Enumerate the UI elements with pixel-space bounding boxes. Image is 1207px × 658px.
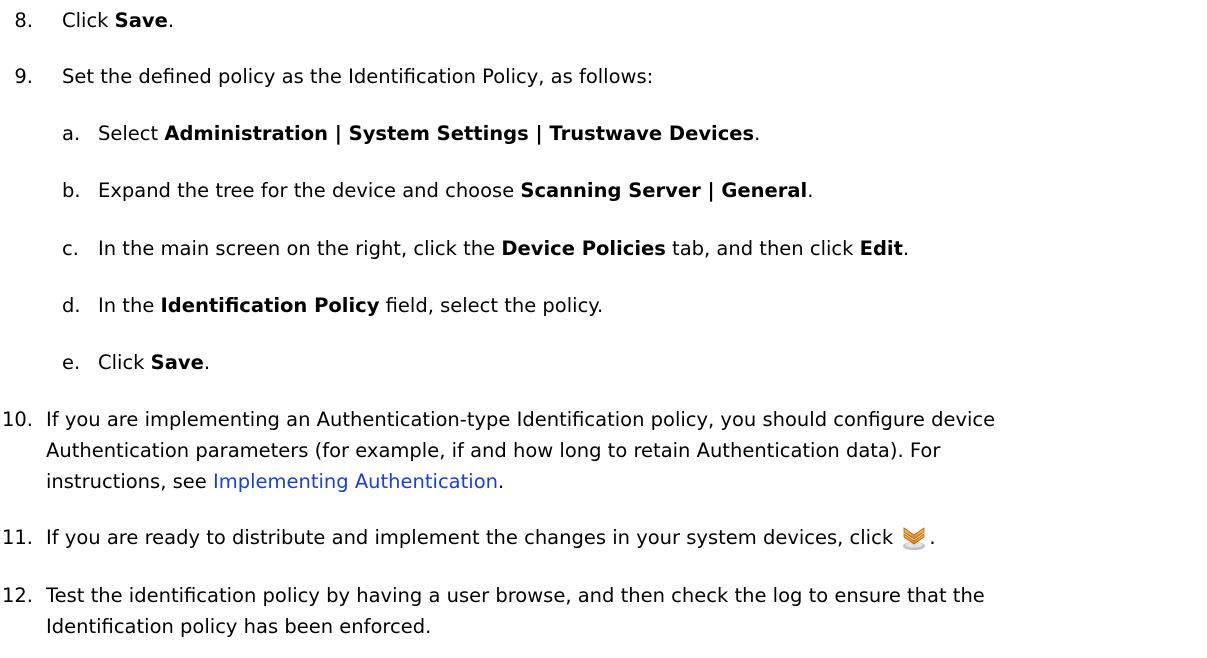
step-number: 10. [1,408,33,431]
distribute-icon[interactable] [899,522,929,552]
substep-text: In the main screen on the right, click t… [98,237,910,260]
step-number: 9. [14,65,33,88]
substep-text: Select Administration | System Settings … [98,122,761,145]
substep-text: In the Identification Policy field, sele… [98,294,604,317]
step-number: 11. [1,526,33,549]
substep-letter: a. [62,122,81,145]
step-text-line-2: Authentication parameters (for example, … [46,439,941,462]
step-text-line-3: instructions, see Implementing Authentic… [46,470,505,493]
step-number: 12. [1,584,33,607]
step-text: If you are ready to distribute and imple… [46,522,936,554]
substep-letter: d. [62,294,81,317]
substep-letter: c. [62,237,79,260]
substep-letter: e. [62,351,81,374]
step-number: 8. [14,9,33,32]
substep-letter: b. [62,179,81,202]
step-text-line-1: If you are implementing an Authenticatio… [46,408,996,431]
implementing-authentication-link[interactable]: Implementing Authentication [213,470,498,493]
step-text: Click Save. [62,9,175,32]
substep-text: Click Save. [98,351,211,374]
step-text-line-2: Identification policy has been enforced. [46,615,432,638]
step-text: Set the defined policy as the Identifica… [62,65,654,88]
save-label: Save [114,9,168,32]
step-text-line-1: Test the identification policy by having… [46,584,985,607]
substep-text: Expand the tree for the device and choos… [98,179,814,202]
